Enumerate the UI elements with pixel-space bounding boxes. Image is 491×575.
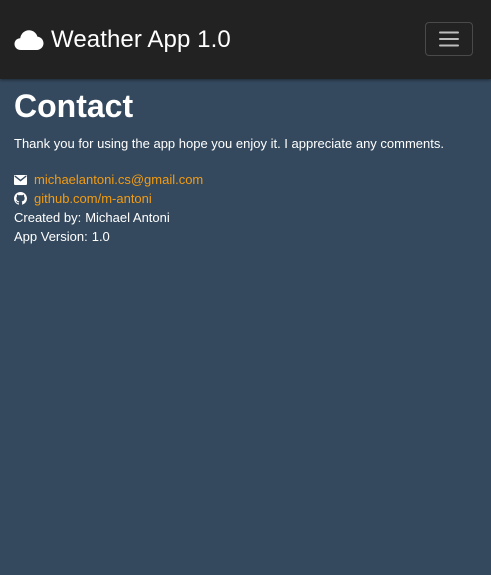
app-title: Weather App 1.0 [51, 26, 231, 53]
email-row: michaelantoni.cs@gmail.com [14, 170, 477, 189]
created-by-row: Created by: Michael Antoni [14, 208, 477, 227]
created-by-label: Created by: [14, 210, 82, 225]
github-row: github.com/m-antoni [14, 189, 477, 208]
thank-you-message: Thank you for using the app hope you enj… [14, 136, 444, 151]
cloud-icon [14, 29, 44, 51]
navbar: Weather App 1.0 [0, 0, 491, 79]
app-version-label: App Version: [14, 229, 88, 244]
created-by-value: Michael Antoni [85, 210, 170, 225]
app-version-value: 1.0 [91, 229, 110, 244]
github-link[interactable]: github.com/m-antoni [34, 189, 152, 208]
contact-page: Contact Thank you for using the app hope… [14, 86, 477, 246]
email-link[interactable]: michaelantoni.cs@gmail.com [34, 170, 203, 189]
contact-info: michaelantoni.cs@gmail.com github.com/m-… [14, 170, 477, 246]
github-icon [14, 192, 28, 205]
envelope-icon [14, 174, 28, 185]
brand-link[interactable]: Weather App 1.0 [14, 24, 231, 56]
app-version-row: App Version: 1.0 [14, 227, 477, 246]
navbar-toggler-button[interactable] [425, 22, 473, 56]
hamburger-icon [426, 30, 472, 48]
page-title: Contact [14, 88, 134, 124]
